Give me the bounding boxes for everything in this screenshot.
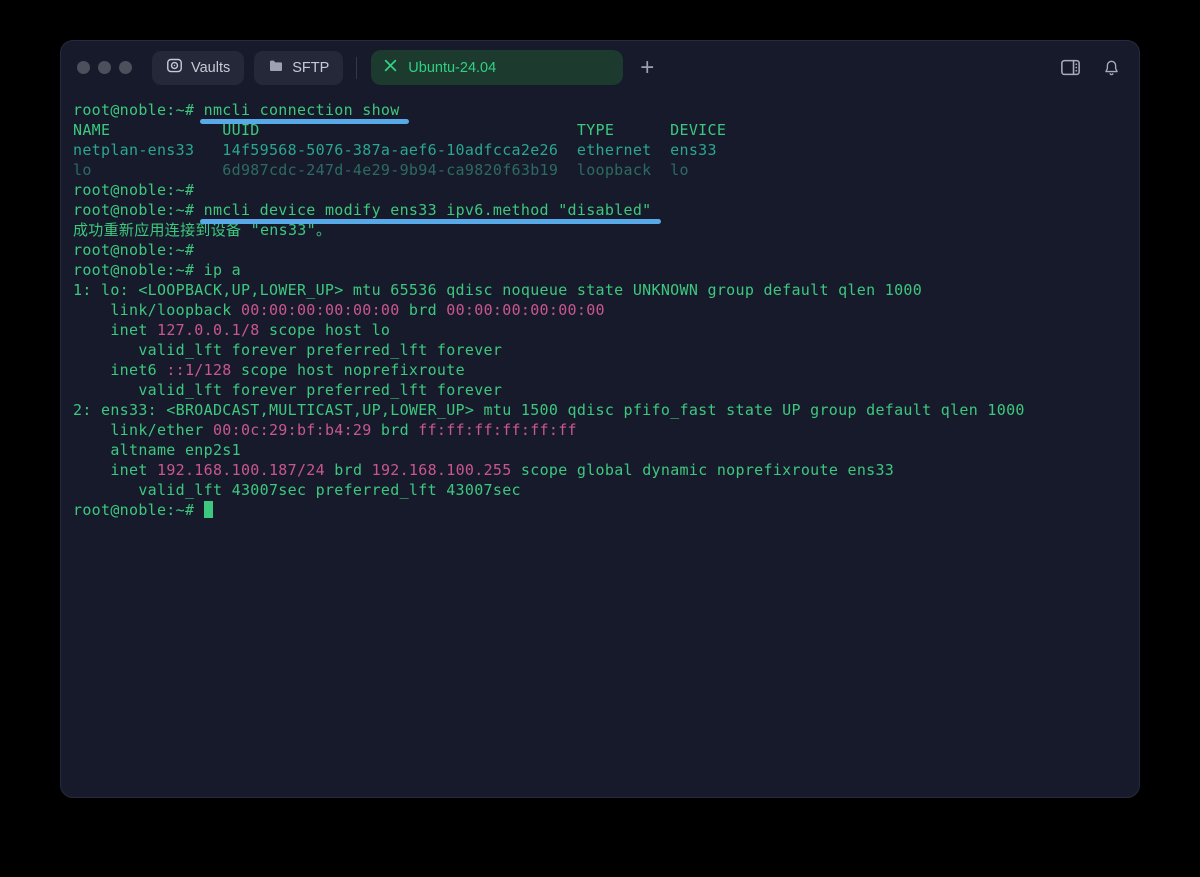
window-zoom-button[interactable] — [119, 61, 132, 74]
sftp-button-label: SFTP — [292, 59, 330, 76]
new-tab-button[interactable]: + — [640, 55, 654, 80]
window-minimize-button[interactable] — [98, 61, 111, 74]
terminal-line: altname enp2s1 — [73, 441, 241, 459]
vaults-button-label: Vaults — [191, 59, 231, 76]
window-controls — [77, 61, 132, 74]
terminal-line: root@noble:~# ip a — [73, 261, 241, 279]
terminal-line: lo 6d987cdc-247d-4e29-9b94-ca9820f63b19 … — [73, 161, 689, 179]
terminal-line: valid_lft forever preferred_lft forever — [73, 341, 503, 359]
vaults-button[interactable]: Vaults — [152, 50, 245, 85]
app-window: Vaults SFTP Ubuntu-24.04 + root@noble:~#… — [60, 40, 1140, 798]
terminal-line: link/ether 00:0c:29:bf:b4:29 brd ff:ff:f… — [73, 421, 577, 439]
terminal-line: link/loopback 00:00:00:00:00:00 brd 00:0… — [73, 301, 605, 319]
terminal-cursor — [203, 501, 213, 518]
terminal-line: root@noble:~# — [73, 500, 1139, 520]
tabbar-right-icons — [1060, 58, 1121, 78]
side-panel-toggle-icon[interactable] — [1060, 58, 1081, 77]
tab-ubuntu-24-04[interactable]: Ubuntu-24.04 — [371, 50, 624, 85]
terminal-line: inet6 ::1/128 scope host noprefixroute — [73, 361, 465, 379]
terminal-line: root@noble:~# — [73, 241, 204, 259]
terminal-line: 1: lo: <LOOPBACK,UP,LOWER_UP> mtu 65536 … — [73, 281, 923, 299]
terminal-line: netplan-ens33 14f59568-5076-387a-aef6-10… — [73, 141, 717, 159]
terminal-line: inet 127.0.0.1/8 scope host lo — [73, 321, 391, 339]
terminal-line: inet 192.168.100.187/24 brd 192.168.100.… — [73, 461, 895, 479]
terminal-line: root@noble:~# nmcli connection show — [73, 101, 400, 119]
close-tab-icon[interactable] — [384, 59, 397, 76]
terminal-line: valid_lft forever preferred_lft forever — [73, 381, 503, 399]
vault-icon — [166, 57, 183, 78]
terminal-screen[interactable]: root@noble:~# nmcli connection show NAME … — [61, 94, 1139, 520]
terminal-line: root@noble:~# nmcli device modify ens33 … — [73, 201, 652, 219]
terminal-line: root@noble:~# — [73, 181, 204, 199]
sftp-button[interactable]: SFTP — [254, 50, 344, 85]
terminal-line: valid_lft 43007sec preferred_lft 43007se… — [73, 481, 521, 499]
tabbar-divider — [356, 56, 358, 79]
tab-label: Ubuntu-24.04 — [408, 59, 497, 76]
window-close-button[interactable] — [77, 61, 90, 74]
folder-icon — [268, 58, 284, 78]
tab-bar: Vaults SFTP Ubuntu-24.04 + — [61, 41, 1139, 94]
notifications-bell-icon[interactable] — [1102, 58, 1121, 78]
terminal-line: 2: ens33: <BROADCAST,MULTICAST,UP,LOWER_… — [73, 401, 1025, 419]
